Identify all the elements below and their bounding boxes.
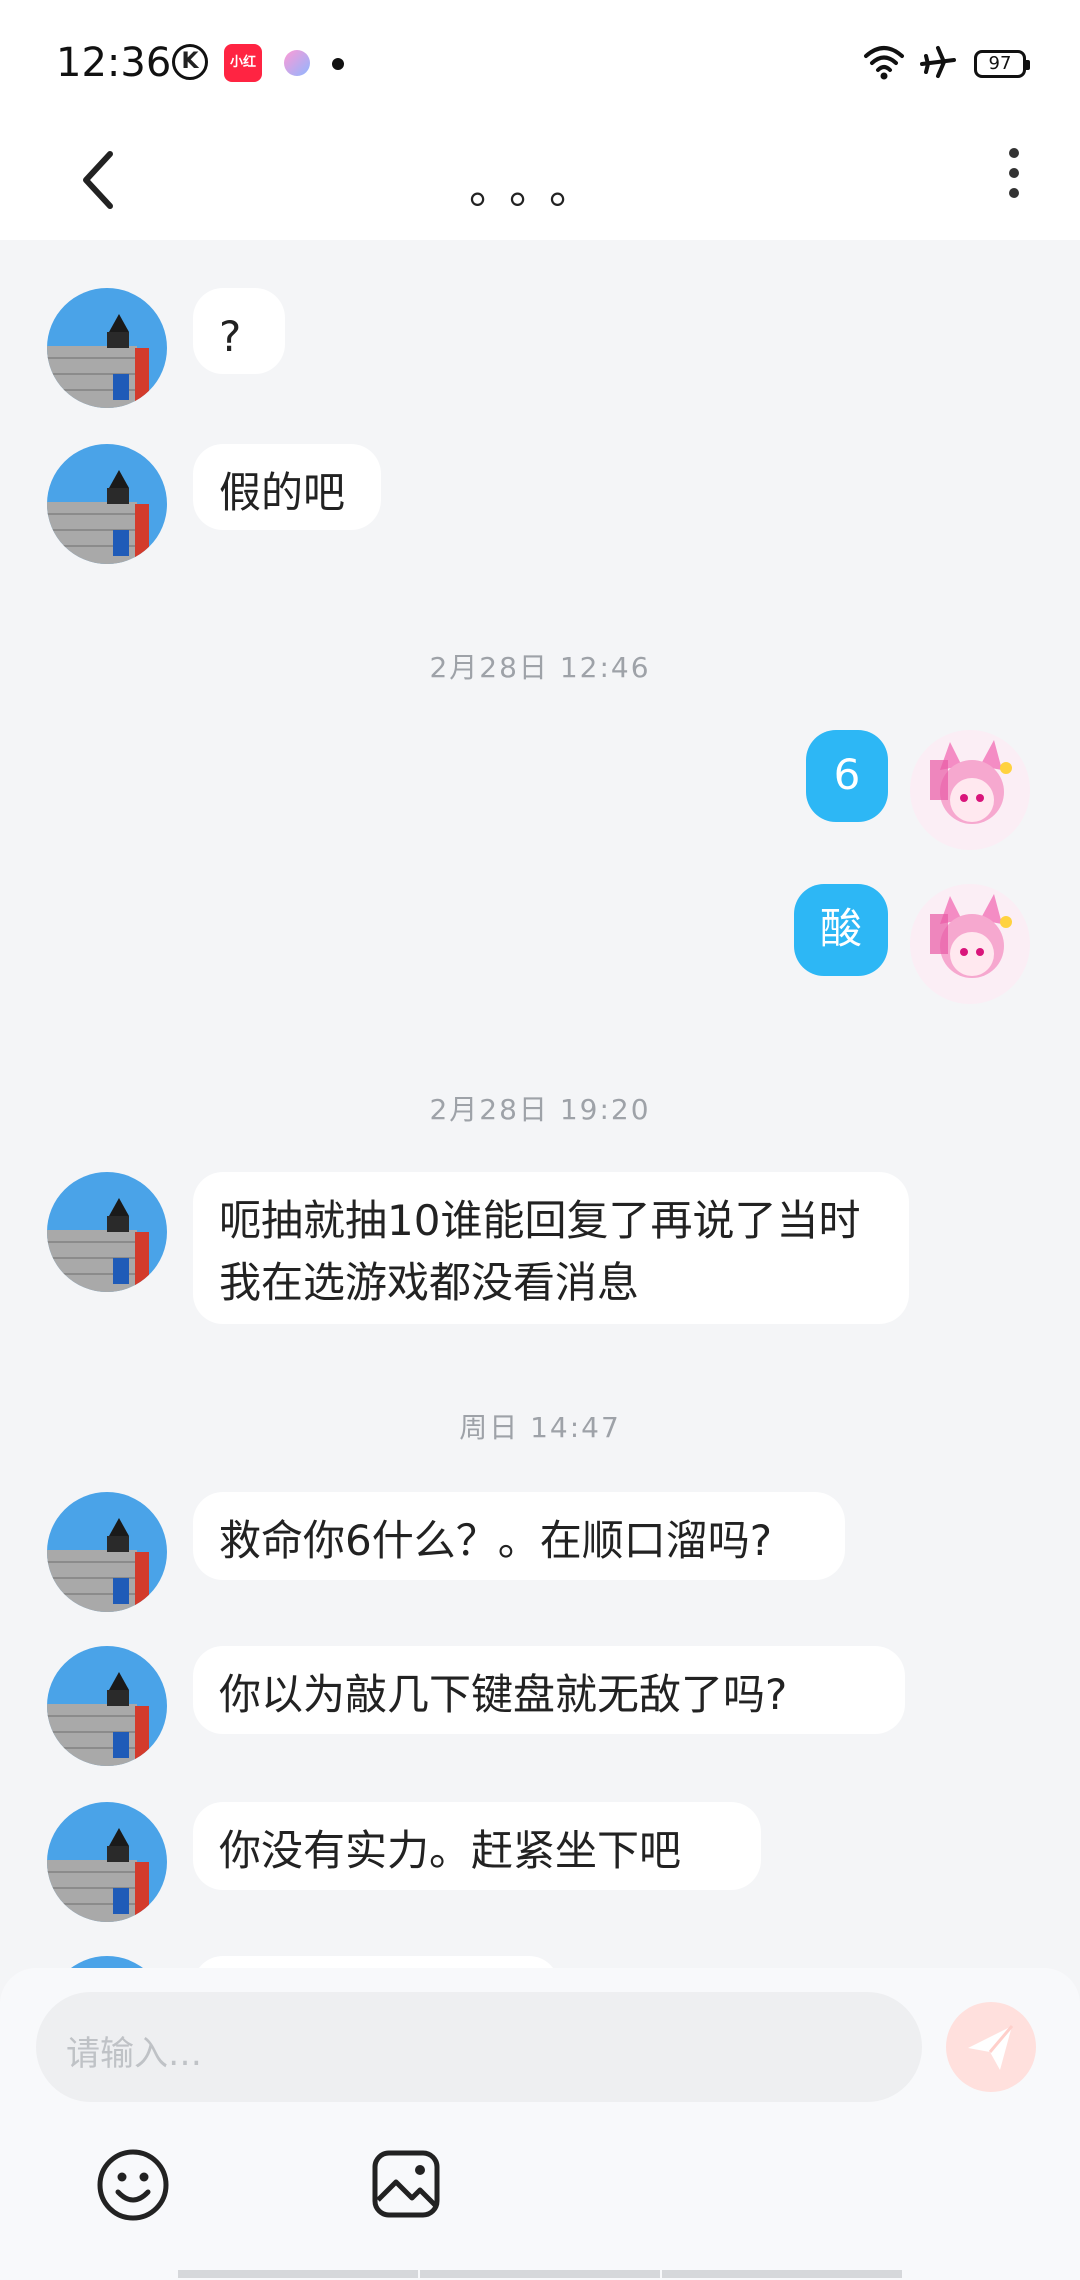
app-icon — [284, 50, 310, 76]
send-button[interactable] — [946, 2002, 1036, 2092]
message-bubble[interactable]: 救命你6什么？。在顺口溜吗? — [193, 1492, 845, 1580]
message-bubble[interactable]: 假的吧 — [193, 444, 381, 530]
contact-avatar[interactable] — [47, 1802, 167, 1922]
xiaohongshu-icon: 小红书 — [224, 44, 262, 108]
tab-divider — [420, 2270, 660, 2278]
status-bar: 12:36 K 小红书 97 — [0, 0, 1080, 120]
user-avatar[interactable] — [910, 884, 1030, 1004]
input-panel: 请输入… — [0, 1968, 1080, 2280]
user-avatar[interactable] — [910, 730, 1030, 850]
airplane-icon — [920, 46, 956, 78]
chat-header: 。。。 — [0, 120, 1080, 240]
timestamp: 2月28日 19:20 — [429, 1093, 651, 1126]
timestamp: 周日 14:47 — [459, 1411, 621, 1444]
message-bubble-self[interactable]: 6 — [806, 730, 888, 822]
notification-dot-icon — [332, 58, 344, 70]
timestamp: 2月28日 12:46 — [429, 651, 651, 684]
more-vertical-icon[interactable] — [1000, 140, 1028, 220]
emoji-icon[interactable] — [96, 2148, 170, 2222]
message-bubble[interactable]: 呃抽就抽10谁能回复了再说了当时我在选游戏都没看消息 — [193, 1172, 909, 1324]
contact-avatar[interactable] — [47, 1492, 167, 1612]
message-input[interactable]: 请输入… — [36, 1992, 922, 2102]
message-bubble[interactable]: 你没有实力。赶紧坐下吧 — [193, 1802, 761, 1890]
contact-avatar[interactable] — [47, 288, 167, 408]
contact-avatar[interactable] — [47, 1172, 167, 1292]
contact-avatar[interactable] — [47, 444, 167, 564]
send-icon — [968, 2025, 1014, 2070]
message-bubble[interactable]: ? — [193, 288, 285, 374]
contact-avatar[interactable] — [47, 1646, 167, 1766]
image-icon[interactable] — [370, 2148, 442, 2220]
tab-divider — [662, 2270, 902, 2278]
message-bubble-self[interactable]: 酸 — [794, 884, 888, 976]
tab-divider — [178, 2270, 418, 2278]
message-list[interactable]: ? 假的吧 2月28日 12:46 6 酸 2月28日 19:20 呃抽就抽10… — [0, 240, 1080, 1970]
wifi-icon — [864, 46, 904, 80]
status-time: 12:36 — [56, 40, 172, 86]
message-bubble[interactable]: 你以为敲几下键盘就无敌了吗? — [193, 1646, 905, 1734]
input-placeholder: 请输入… — [66, 2034, 202, 2074]
battery-icon: 97 — [974, 50, 1030, 78]
chat-title: 。。。 — [469, 163, 611, 214]
k-app-icon: K — [172, 44, 208, 80]
